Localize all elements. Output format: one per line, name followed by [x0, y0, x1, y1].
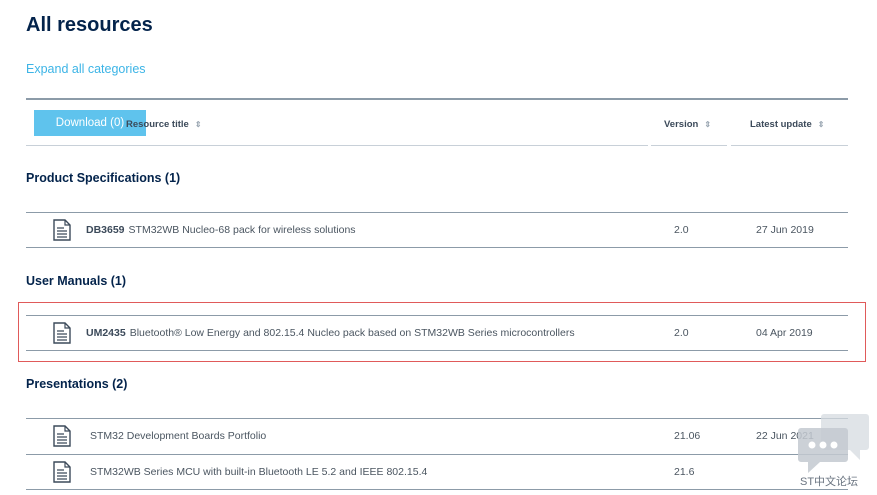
page-title: All resources: [26, 14, 153, 36]
header-divider: [26, 145, 648, 146]
column-header-version[interactable]: Version ⇕: [664, 119, 711, 130]
resource-title: STM32 Development Boards Portfolio: [90, 430, 267, 442]
resource-title: STM32WB Nucleo-68 pack for wireless solu…: [128, 224, 356, 236]
highlight-box: [18, 302, 866, 362]
table-row[interactable]: STM32 Development Boards Portfolio 21.06…: [26, 418, 848, 454]
expand-all-categories-link[interactable]: Expand all categories: [26, 62, 146, 76]
watermark-label: ST中文论坛: [800, 476, 859, 488]
section-title-presentations[interactable]: Presentations (2): [26, 377, 127, 391]
resource-title-link[interactable]: STM32 Development Boards Portfolio: [90, 430, 266, 442]
header-divider: [651, 145, 727, 146]
table-row[interactable]: STM32WB Series MCU with built-in Bluetoo…: [26, 454, 848, 490]
header-divider: [731, 145, 848, 146]
document-icon: [53, 425, 71, 447]
resource-title-link[interactable]: DB3659 STM32WB Nucleo-68 pack for wireles…: [86, 224, 356, 236]
resource-title: STM32WB Series MCU with built-in Bluetoo…: [90, 466, 428, 478]
resource-version: 2.0: [674, 224, 689, 236]
resource-version: 21.06: [674, 430, 701, 442]
resource-code: DB3659: [86, 224, 125, 236]
document-icon: [53, 461, 71, 483]
column-header-resource-title[interactable]: Resource title ⇕: [126, 119, 202, 130]
sort-icon: ⇕: [817, 119, 825, 129]
table-row[interactable]: DB3659 STM32WB Nucleo-68 pack for wireles…: [26, 212, 848, 248]
resource-title-link[interactable]: STM32WB Series MCU with built-in Bluetoo…: [90, 466, 427, 478]
section-title-product-specifications[interactable]: Product Specifications (1): [26, 171, 180, 185]
resource-version: 21.6: [674, 466, 695, 478]
section-title-user-manuals[interactable]: User Manuals (1): [26, 274, 126, 288]
resource-latest-update: 27 Jun 2019: [756, 224, 814, 236]
sort-icon: ⇕: [194, 119, 202, 129]
resources-table-header: Download (0) Resource title ⇕ Version ⇕ …: [26, 98, 848, 146]
column-header-label: Latest update: [750, 119, 812, 130]
column-header-label: Version: [664, 119, 699, 130]
sort-icon: ⇕: [704, 119, 712, 129]
column-header-latest-update[interactable]: Latest update ⇕: [750, 119, 824, 130]
column-header-label: Resource title: [126, 119, 189, 130]
document-icon: [53, 219, 71, 241]
